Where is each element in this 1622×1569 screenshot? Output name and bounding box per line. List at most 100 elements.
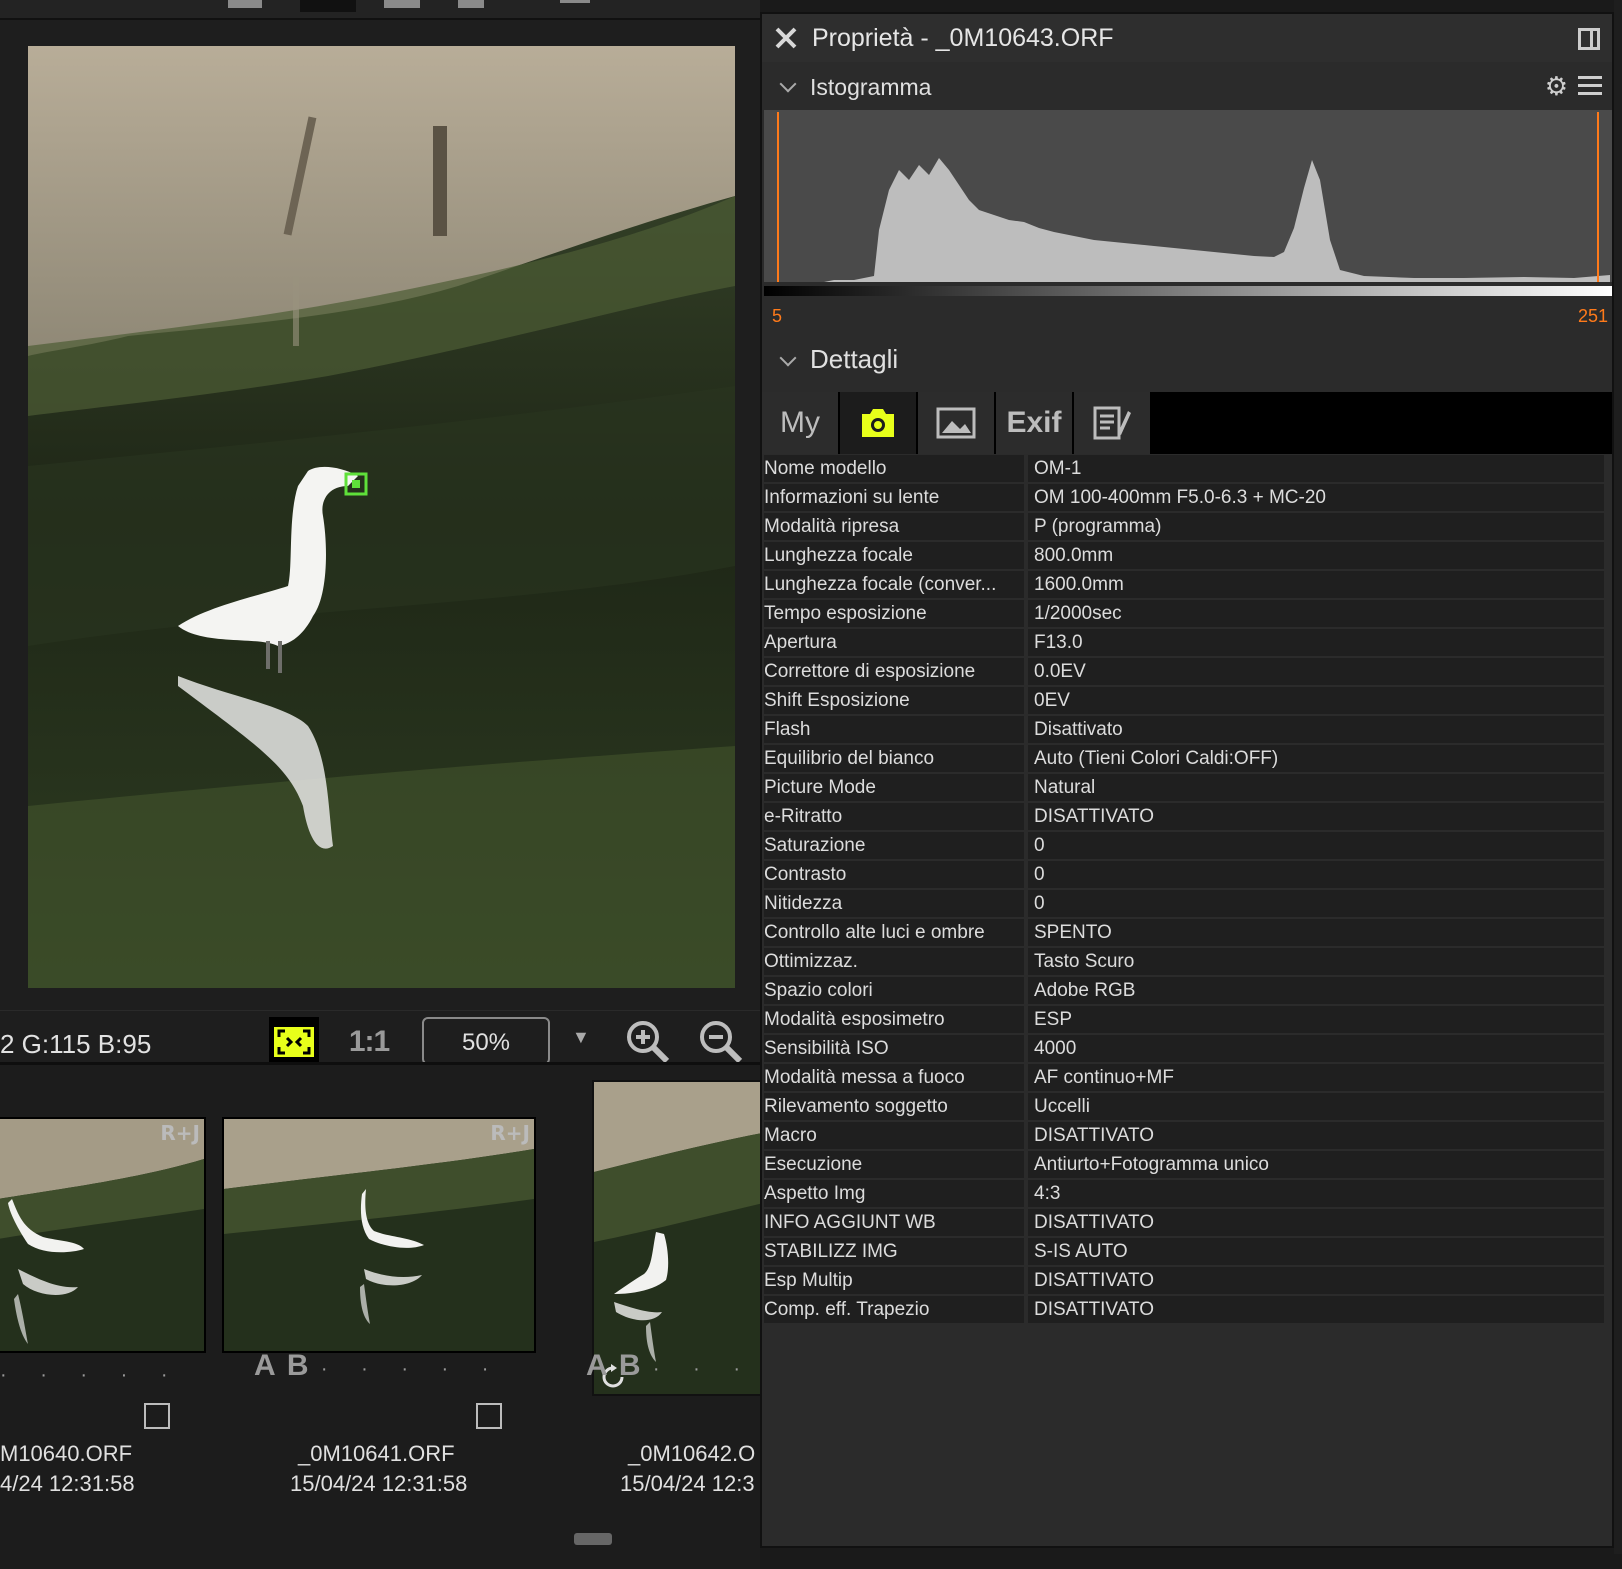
table-row[interactable]: INFO AGGIUNT WB DISATTIVATO bbox=[762, 1208, 1612, 1237]
chevron-down-icon bbox=[779, 75, 797, 93]
property-value: S-IS AUTO bbox=[1028, 1238, 1604, 1265]
table-row[interactable]: Lunghezza focale 800.0mm bbox=[762, 541, 1612, 570]
table-row[interactable]: Equilibrio del bianco Auto (Tieni Colori … bbox=[762, 744, 1612, 773]
table-row[interactable]: Modalità esposimetro ESP bbox=[762, 1005, 1612, 1034]
histogram-min-value[interactable]: 5 bbox=[772, 306, 782, 327]
table-row[interactable]: Modalità messa a fuoco AF continuo+MF bbox=[762, 1063, 1612, 1092]
filmstrip-resize-handle[interactable] bbox=[574, 1533, 612, 1545]
select-checkbox[interactable] bbox=[144, 1403, 170, 1429]
table-row[interactable]: Saturazione 0 bbox=[762, 831, 1612, 860]
tab-exif[interactable]: Exif bbox=[996, 392, 1072, 454]
table-row[interactable]: Flash Disattivato bbox=[762, 715, 1612, 744]
table-row[interactable]: Ottimizzaz. Tasto Scuro bbox=[762, 947, 1612, 976]
table-row[interactable]: Controllo alte luci e ombre SPENTO bbox=[762, 918, 1612, 947]
property-key: Shift Esposizione bbox=[764, 687, 1024, 714]
property-key: Rilevamento soggetto bbox=[764, 1093, 1024, 1120]
tab-camera[interactable] bbox=[840, 392, 916, 454]
tone-ramp bbox=[764, 286, 1612, 296]
toolbar-button[interactable] bbox=[560, 0, 590, 3]
property-key: Correttore di esposizione bbox=[764, 658, 1024, 685]
table-row[interactable]: Esecuzione Antiurto+Fotogramma unico bbox=[762, 1150, 1612, 1179]
chevron-down-icon bbox=[779, 349, 797, 367]
details-table: Nome modello OM-1 Informazioni su lente OM … bbox=[762, 454, 1612, 1324]
rating-dots[interactable]: · · · · · bbox=[321, 1358, 503, 1380]
property-value: DISATTIVATO bbox=[1028, 1122, 1604, 1149]
table-row[interactable]: Sensibilità ISO 4000 bbox=[762, 1034, 1612, 1063]
property-value: Antiurto+Fotogramma unico bbox=[1028, 1151, 1604, 1178]
table-row[interactable]: e-Ritratto DISATTIVATO bbox=[762, 802, 1612, 831]
property-value: 0.0EV bbox=[1028, 658, 1604, 685]
color-label-letters: A B bbox=[254, 1349, 311, 1382]
table-row[interactable]: Shift Esposizione 0EV bbox=[762, 686, 1612, 715]
table-row[interactable]: Spazio colori Adobe RGB bbox=[762, 976, 1612, 1005]
property-value: DISATTIVATO bbox=[1028, 1209, 1604, 1236]
histogram-max-value[interactable]: 251 bbox=[1578, 306, 1608, 327]
zoom-dropdown-icon[interactable]: ▼ bbox=[572, 1027, 590, 1048]
table-row[interactable]: Apertura F13.0 bbox=[762, 628, 1612, 657]
zoom-out-icon[interactable] bbox=[698, 1019, 744, 1065]
details-section-header[interactable]: Dettagli bbox=[762, 338, 1612, 382]
gear-icon[interactable]: ⚙ bbox=[1545, 72, 1568, 102]
table-row[interactable]: Correttore di esposizione 0.0EV bbox=[762, 657, 1612, 686]
zoom-in-icon[interactable] bbox=[625, 1019, 671, 1065]
one-to-one-button[interactable]: 1:1 bbox=[340, 1021, 398, 1063]
table-row[interactable]: STABILIZZ IMG S-IS AUTO bbox=[762, 1237, 1612, 1266]
menu-icon[interactable] bbox=[1578, 76, 1602, 96]
table-row[interactable]: Macro DISATTIVATO bbox=[762, 1121, 1612, 1150]
property-value: 0 bbox=[1028, 861, 1604, 888]
toolbar-button[interactable] bbox=[228, 0, 262, 8]
tab-my[interactable]: My bbox=[762, 392, 838, 454]
preview-photo[interactable] bbox=[28, 46, 735, 988]
histogram-chart[interactable] bbox=[764, 110, 1612, 300]
table-row[interactable]: Contrasto 0 bbox=[762, 860, 1612, 889]
table-row[interactable]: Comp. eff. Trapezio DISATTIVATO bbox=[762, 1295, 1612, 1324]
table-row[interactable]: Lunghezza focale (conver... 1600.0mm bbox=[762, 570, 1612, 599]
table-row[interactable]: Aspetto Img 4:3 bbox=[762, 1179, 1612, 1208]
rating-dots[interactable]: · · · · · bbox=[0, 1364, 182, 1386]
panel-layout-icon[interactable] bbox=[1578, 28, 1600, 50]
property-key: Equilibrio del bianco bbox=[764, 745, 1024, 772]
toolbar-button[interactable] bbox=[458, 0, 484, 8]
toolbar-button[interactable] bbox=[384, 0, 420, 8]
rating-row[interactable]: A B · · · · · bbox=[254, 1349, 502, 1383]
tab-image[interactable] bbox=[918, 392, 994, 454]
rating-row[interactable]: · · · · · bbox=[0, 1355, 182, 1389]
property-key: Aspetto Img bbox=[764, 1180, 1024, 1207]
property-key: Nome modello bbox=[764, 455, 1024, 482]
select-checkbox[interactable] bbox=[476, 1403, 502, 1429]
property-value: Uccelli bbox=[1028, 1093, 1604, 1120]
thumbnail[interactable]: R+J bbox=[222, 1117, 536, 1353]
property-key: Modalità ripresa bbox=[764, 513, 1024, 540]
table-row[interactable]: Modalità ripresa P (programma) bbox=[762, 512, 1612, 541]
zoom-level-field[interactable]: 50% bbox=[422, 1017, 550, 1065]
table-row[interactable]: Rilevamento soggetto Uccelli bbox=[762, 1092, 1612, 1121]
property-value: Auto (Tieni Colori Caldi:OFF) bbox=[1028, 745, 1604, 772]
fit-to-screen-button[interactable] bbox=[269, 1017, 319, 1067]
table-row[interactable]: Nome modello OM-1 bbox=[762, 454, 1612, 483]
details-tabs: My Exif bbox=[762, 392, 1612, 454]
property-value: OM 100-400mm F5.0-6.3 + MC-20 bbox=[1028, 484, 1604, 511]
property-key: Spazio colori bbox=[764, 977, 1024, 1004]
property-key: Ottimizzaz. bbox=[764, 948, 1024, 975]
toolbar-button-active[interactable] bbox=[300, 0, 356, 12]
table-row[interactable]: Tempo esposizione 1/2000sec bbox=[762, 599, 1612, 628]
histogram-section-header[interactable]: Istogramma ⚙ bbox=[762, 66, 1612, 108]
tab-edit-notes[interactable] bbox=[1074, 392, 1150, 454]
thumbnail[interactable]: R+J bbox=[0, 1117, 206, 1353]
property-key: Nitidezza bbox=[764, 890, 1024, 917]
property-value: 800.0mm bbox=[1028, 542, 1604, 569]
property-value: Disattivato bbox=[1028, 716, 1604, 743]
property-key: Lunghezza focale (conver... bbox=[764, 571, 1024, 598]
property-key: Tempo esposizione bbox=[764, 600, 1024, 627]
close-icon[interactable] bbox=[772, 24, 800, 52]
raw-jpeg-badge: R+J bbox=[490, 1121, 530, 1145]
property-value: OM-1 bbox=[1028, 455, 1604, 482]
property-value: F13.0 bbox=[1028, 629, 1604, 656]
table-row[interactable]: Picture Mode Natural bbox=[762, 773, 1612, 802]
table-row[interactable]: Nitidezza 0 bbox=[762, 889, 1612, 918]
property-key: Picture Mode bbox=[764, 774, 1024, 801]
table-row[interactable]: Informazioni su lente OM 100-400mm F5.0-6… bbox=[762, 483, 1612, 512]
property-value: Tasto Scuro bbox=[1028, 948, 1604, 975]
thumbnail-date: 15/04/24 12:3 bbox=[620, 1471, 755, 1496]
table-row[interactable]: Esp Multip DISATTIVATO bbox=[762, 1266, 1612, 1295]
